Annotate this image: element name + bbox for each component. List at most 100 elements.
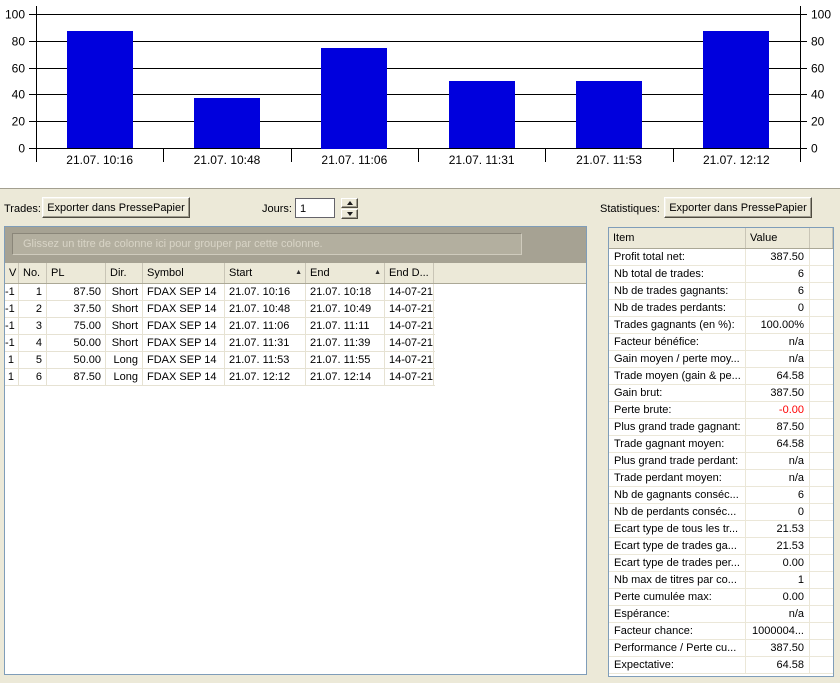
export-stats-button[interactable]: Exporter dans PressePapier xyxy=(664,197,812,218)
stats-rows: Profit total net: 387.50 Nb total de trade… xyxy=(609,249,833,674)
stats-row: Trade moyen (gain & pe... 64.58 xyxy=(609,368,833,385)
stats-item-cell: Trade moyen (gain & pe... xyxy=(609,368,746,384)
trades-header-label: V xyxy=(9,267,17,279)
stats-row-filler xyxy=(810,538,833,554)
trades-header-cell[interactable]: Dir. xyxy=(106,263,143,283)
stats-value-cell: 387.50 xyxy=(746,385,810,401)
group-by-hint: Glissez un titre de colonne ici pour gro… xyxy=(12,233,522,255)
trades-cell: FDAX SEP 14 xyxy=(143,318,225,334)
stats-item-cell: Nb de gagnants conséc... xyxy=(609,487,746,503)
jours-spinner xyxy=(341,198,358,219)
stats-item-cell: Nb total de trades: xyxy=(609,266,746,282)
svg-text:60: 60 xyxy=(811,62,825,76)
stats-value-cell: n/a xyxy=(746,470,810,486)
stats-row: Ecart type de trades ga... 21.53 xyxy=(609,538,833,555)
stats-row-filler xyxy=(810,436,833,452)
stats-value-cell: 1 xyxy=(746,572,810,588)
trades-row[interactable]: -1 4 50.00 Short FDAX SEP 14 21.07. 11:31 21.0… xyxy=(5,335,435,352)
svg-text:20: 20 xyxy=(12,115,26,129)
trades-row[interactable]: 1 6 87.50 Long FDAX SEP 14 21.07. 12:12 21.07.… xyxy=(5,369,435,386)
trades-header-cell[interactable]: PL xyxy=(47,263,106,283)
stats-header-filler xyxy=(810,228,833,248)
trades-cell: 14-07-21 xyxy=(385,369,434,385)
stats-item-cell: Nb de trades gagnants: xyxy=(609,283,746,299)
stats-item-cell: Ecart type de trades per... xyxy=(609,555,746,571)
stats-row: Perte cumulée max: 0.00 xyxy=(609,589,833,606)
svg-text:21.07. 12:12: 21.07. 12:12 xyxy=(703,153,770,167)
trades-cell: 21.07. 11:55 xyxy=(306,352,385,368)
stats-item-cell: Ecart type de tous les tr... xyxy=(609,521,746,537)
stats-item-cell: Perte cumulée max: xyxy=(609,589,746,605)
stats-value-cell: -0.00 xyxy=(746,402,810,418)
trades-header-cell[interactable]: V xyxy=(5,263,19,283)
stats-row: Nb de perdants conséc... 0 xyxy=(609,504,833,521)
trades-cell: -1 xyxy=(5,335,19,351)
stats-row: Facteur bénéfice: n/a xyxy=(609,334,833,351)
stats-row-filler xyxy=(810,453,833,469)
trades-row[interactable]: -1 1 87.50 Short FDAX SEP 14 21.07. 10:16 21.0… xyxy=(5,284,435,301)
trades-header-cell[interactable]: No. xyxy=(19,263,47,283)
stats-value-cell: 21.53 xyxy=(746,538,810,554)
stats-item-cell: Gain moyen / perte moy... xyxy=(609,351,746,367)
trades-row[interactable]: -1 3 75.00 Short FDAX SEP 14 21.07. 11:06 21.0… xyxy=(5,318,435,335)
trades-cell: Short xyxy=(106,284,143,300)
trades-row[interactable]: -1 2 37.50 Short FDAX SEP 14 21.07. 10:48 21.0… xyxy=(5,301,435,318)
stats-row-filler xyxy=(810,487,833,503)
trades-cell: Long xyxy=(106,369,143,385)
stats-item-cell: Facteur chance: xyxy=(609,623,746,639)
stats-row: Trades gagnants (en %): 100.00% xyxy=(609,317,833,334)
trades-cell: 14-07-21 xyxy=(385,301,434,317)
trades-cell: 1 xyxy=(5,369,19,385)
stats-row-filler xyxy=(810,589,833,605)
stats-value-cell: 6 xyxy=(746,283,810,299)
stats-row-filler xyxy=(810,572,833,588)
stats-row-filler xyxy=(810,266,833,282)
stats-row: Nb de trades perdants: 0 xyxy=(609,300,833,317)
stats-row: Ecart type de tous les tr... 21.53 xyxy=(609,521,833,538)
trades-header-cell[interactable]: Symbol xyxy=(143,263,225,283)
trades-cell: 4 xyxy=(19,335,47,351)
jours-input[interactable] xyxy=(295,198,335,218)
trades-cell: 3 xyxy=(19,318,47,334)
svg-text:21.07. 11:31: 21.07. 11:31 xyxy=(449,153,515,167)
stats-row-filler xyxy=(810,555,833,571)
stats-row: Perte brute: -0.00 xyxy=(609,402,833,419)
trades-cell: 14-07-21 xyxy=(385,284,434,300)
trades-cell: 50.00 xyxy=(47,352,106,368)
trades-header-cell[interactable]: End D... xyxy=(385,263,434,283)
trades-cell: 2 xyxy=(19,301,47,317)
stats-item-cell: Espérance: xyxy=(609,606,746,622)
trades-cell: 21.07. 11:06 xyxy=(225,318,306,334)
stats-value-cell: 387.50 xyxy=(746,640,810,656)
jours-label: Jours: xyxy=(262,203,292,215)
stats-row: Trade gagnant moyen: 64.58 xyxy=(609,436,833,453)
trades-header-cell[interactable]: End ▲ xyxy=(306,263,385,283)
svg-text:80: 80 xyxy=(12,35,26,49)
pl-bar-chart: 0 0 20 20 40 40 60 60 80 80 100 100 21.07. 10:16 21.0… xyxy=(0,0,840,189)
trades-cell: 50.00 xyxy=(47,335,106,351)
group-by-bar[interactable]: Glissez un titre de colonne ici pour gro… xyxy=(5,227,586,263)
stats-value-cell: n/a xyxy=(746,334,810,350)
trades-cell: 1 xyxy=(5,352,19,368)
spin-up-icon xyxy=(346,201,353,205)
jours-spin-down-button[interactable] xyxy=(341,209,358,219)
trades-header-cell[interactable]: Start ▲ xyxy=(225,263,306,283)
stats-row: Plus grand trade perdant: n/a xyxy=(609,453,833,470)
trades-row[interactable]: 1 5 50.00 Long FDAX SEP 14 21.07. 11:53 21.07.… xyxy=(5,352,435,369)
stats-row-filler xyxy=(810,640,833,656)
export-trades-button[interactable]: Exporter dans PressePapier xyxy=(42,197,190,218)
stats-row-filler xyxy=(810,470,833,486)
svg-text:40: 40 xyxy=(12,88,26,102)
stats-row-filler xyxy=(810,334,833,350)
jours-spin-up-button[interactable] xyxy=(341,198,358,208)
stats-item-cell: Profit total net: xyxy=(609,249,746,265)
trades-header-label: PL xyxy=(51,267,65,279)
stats-row-filler xyxy=(810,657,833,673)
trades-cell: 87.50 xyxy=(47,284,106,300)
stats-row-filler xyxy=(810,385,833,401)
svg-text:21.07. 11:06: 21.07. 11:06 xyxy=(321,153,387,167)
stats-row-filler xyxy=(810,606,833,622)
stats-item-cell: Nb de trades perdants: xyxy=(609,300,746,316)
trades-label: Trades: xyxy=(4,203,41,215)
trades-cell: 6 xyxy=(19,369,47,385)
